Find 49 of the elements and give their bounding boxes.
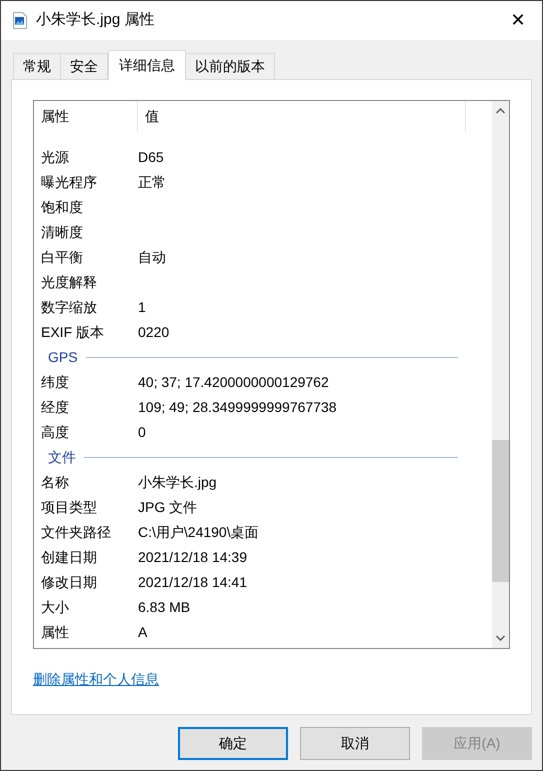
property-name: 曝光程序	[40, 173, 98, 192]
group-header: GPS	[48, 348, 78, 367]
dialog-button[interactable]: 取消	[300, 727, 410, 760]
property-name: 名称	[40, 473, 70, 492]
property-value: 109; 49; 28.3499999999767738	[138, 398, 337, 417]
dialog-button[interactable]: 确定	[178, 727, 288, 760]
property-name: 大小	[40, 598, 70, 617]
property-name: 清晰度	[40, 223, 84, 242]
property-name: 高度	[40, 423, 70, 442]
scrollbar[interactable]	[492, 101, 509, 648]
property-name: 数字缩放	[40, 298, 98, 317]
property-name: 创建日期	[40, 548, 98, 567]
property-name: 光源	[40, 148, 70, 167]
property-value: 1	[138, 298, 146, 317]
property-value: 正常	[138, 173, 166, 192]
property-value: JPG 文件	[138, 498, 198, 517]
column-header[interactable]: 属性	[34, 101, 138, 132]
property-value: 自动	[138, 248, 166, 267]
property-value: 2021/12/18 14:39	[138, 548, 247, 567]
close-button[interactable]: ✕	[495, 1, 541, 40]
scrollbar-thumb[interactable]	[492, 440, 509, 582]
column-header[interactable]: 值	[138, 101, 466, 132]
property-value: 2021/12/18 14:41	[138, 573, 247, 592]
property-name: 饱和度	[40, 198, 84, 217]
property-name: 文件夹路径	[40, 523, 112, 542]
window-title: 小朱学长.jpg 属性	[36, 10, 154, 30]
property-name: 修改日期	[40, 573, 98, 592]
property-name: 属性	[40, 623, 70, 642]
image-file-icon	[13, 12, 27, 29]
group-header: 文件	[48, 448, 76, 467]
property-name: 光度解释	[40, 273, 98, 292]
property-value: 6.83 MB	[138, 598, 190, 617]
property-value: 小朱学长.jpg	[138, 473, 217, 492]
property-value: 40; 37; 17.4200000000129762	[138, 373, 329, 392]
property-value: 0220	[138, 323, 170, 342]
tab[interactable]: 常规	[13, 53, 61, 79]
property-name: 经度	[40, 398, 70, 417]
property-value: 0	[138, 423, 146, 442]
tab[interactable]: 安全	[60, 53, 108, 79]
tab[interactable]: 以前的版本	[185, 53, 275, 79]
property-name: EXIF 版本	[40, 323, 106, 342]
remove-properties-link[interactable]: 删除属性和个人信息	[33, 671, 159, 687]
property-name: 项目类型	[40, 498, 98, 517]
property-value: A	[138, 623, 148, 642]
property-value: C:\用户\24190\桌面	[138, 523, 259, 542]
property-name: 白平衡	[40, 248, 84, 267]
tab[interactable]: 详细信息	[108, 50, 186, 80]
property-value: D65	[138, 148, 164, 167]
property-name: 纬度	[40, 373, 70, 392]
